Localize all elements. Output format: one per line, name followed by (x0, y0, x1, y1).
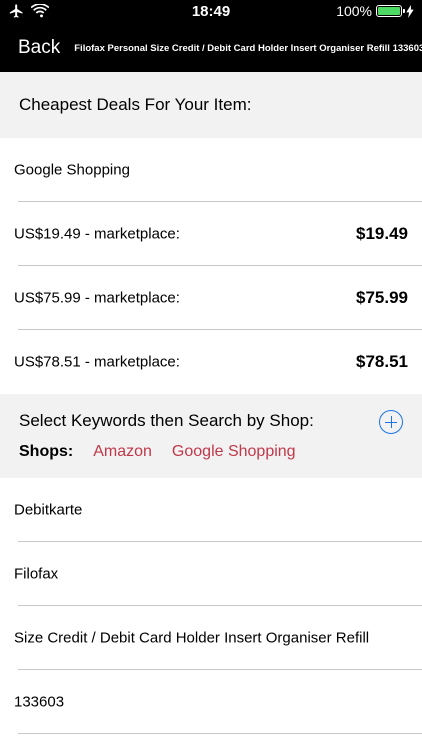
keyword-label: Filofax (14, 565, 59, 583)
deals-header: Cheapest Deals For Your Item: (0, 72, 422, 138)
deal-label: US$75.99 - marketplace: (14, 289, 180, 307)
keyword-label: Debitkarte (14, 501, 83, 519)
battery-icon (376, 5, 405, 17)
nav-title: Filofax Personal Size Credit / Debit Car… (74, 42, 422, 54)
status-right: 100% (336, 3, 414, 19)
deal-label: US$19.49 - marketplace: (14, 225, 180, 243)
shops-line: Shops: Amazon Google Shopping (19, 443, 296, 461)
shops-label: Shops: (19, 443, 74, 460)
deal-price: $19.49 (356, 224, 408, 243)
deal-price: $75.99 (356, 288, 408, 307)
deal-price: $78.51 (356, 352, 408, 371)
deals-source-row: Google Shopping (0, 138, 422, 202)
keyword-row[interactable]: Size Credit / Debit Card Holder Insert O… (0, 606, 422, 670)
deal-row[interactable]: US$78.51 - marketplace: $78.51 (0, 330, 422, 394)
deal-label: US$78.51 - marketplace: (14, 353, 180, 371)
deal-row[interactable]: US$75.99 - marketplace: $75.99 (0, 266, 422, 330)
row-separator (18, 733, 422, 734)
charging-icon (406, 4, 414, 18)
keyword-row[interactable]: Debitkarte (0, 478, 422, 542)
add-keyword-icon[interactable] (379, 410, 403, 434)
shop-link-google-shopping[interactable]: Google Shopping (172, 443, 296, 461)
keyword-label: 133603 (14, 693, 65, 711)
keyword-row[interactable]: Filofax (0, 542, 422, 606)
keywords-header: Select Keywords then Search by Shop: Sho… (0, 394, 422, 478)
status-bar: 18:49 100% (0, 0, 422, 24)
keyword-label: Size Credit / Debit Card Holder Insert O… (14, 629, 370, 647)
back-button[interactable]: Back (18, 37, 60, 59)
deal-row[interactable]: US$19.49 - marketplace: $19.49 (0, 202, 422, 266)
shop-link-amazon[interactable]: Amazon (93, 443, 152, 461)
deals-header-title: Cheapest Deals For Your Item: (19, 95, 252, 114)
nav-bar: Back Filofax Personal Size Credit / Debi… (0, 24, 422, 72)
keywords-header-title: Select Keywords then Search by Shop: (19, 411, 314, 430)
battery-percent: 100% (336, 3, 372, 19)
deals-source-label: Google Shopping (14, 161, 130, 179)
battery-fill (378, 7, 400, 15)
keyword-row[interactable]: 133603 (0, 670, 422, 734)
